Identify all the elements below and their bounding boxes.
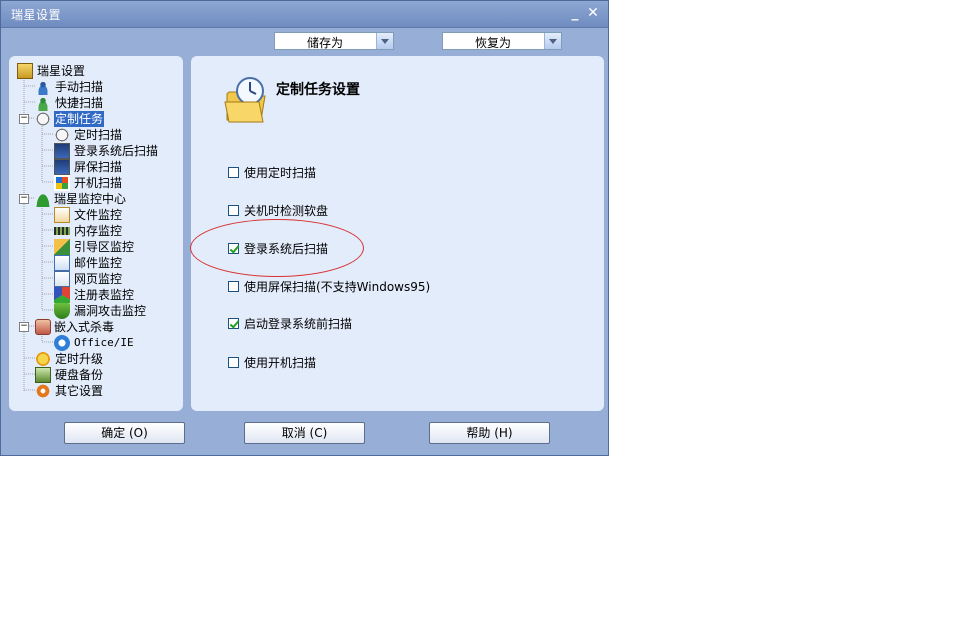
windows-logo-icon (54, 175, 70, 191)
web-page-icon (54, 271, 70, 287)
folder-clock-icon (224, 77, 266, 123)
ok-button[interactable]: 确定 (O) (64, 422, 185, 444)
tree-item-label: 开机扫描 (74, 176, 123, 190)
chevron-down-icon[interactable] (544, 33, 561, 49)
gear-icon (35, 383, 51, 399)
page-title: 定制任务设置 (276, 82, 360, 98)
minimize-button[interactable]: _ (567, 5, 583, 21)
mail-icon (54, 255, 70, 271)
tree-item-label: 快捷扫描 (55, 96, 104, 110)
quick-scan-icon (35, 95, 51, 111)
option-label: 登录系统后扫描 (244, 242, 329, 256)
tree-item-label: 瑞星设置 (37, 64, 86, 78)
upgrade-icon (35, 351, 51, 367)
settings-window: 瑞星设置 _ ✕ 储存为 恢复为 瑞星设置 手动扫描 快捷扫描 − 定制任务 定… (0, 0, 609, 456)
restore-as-dropdown[interactable]: 恢复为 (442, 32, 562, 50)
title-bar[interactable]: 瑞星设置 _ ✕ (1, 1, 608, 28)
window-title: 瑞星设置 (11, 8, 62, 22)
embedded-scan-icon (35, 319, 51, 335)
checkbox[interactable] (228, 281, 239, 292)
tree-item-label: 邮件监控 (74, 256, 123, 270)
shield-icon (54, 303, 70, 319)
tree-item-label: 定制任务 (54, 111, 105, 127)
close-button[interactable]: ✕ (585, 5, 601, 21)
tree-item-label: 定时扫描 (74, 128, 123, 142)
tree-item-label: 注册表监控 (74, 288, 135, 302)
checkbox[interactable] (228, 205, 239, 216)
collapse-toggle[interactable]: − (19, 194, 29, 204)
checkbox[interactable] (228, 357, 239, 368)
settings-root-icon (17, 63, 33, 79)
umbrella-icon (35, 191, 51, 207)
tree-item-label: 屏保扫描 (74, 160, 123, 174)
collapse-toggle[interactable]: − (19, 322, 29, 332)
help-button[interactable]: 帮助 (H) (429, 422, 550, 444)
option-label: 使用屏保扫描(不支持Windows95) (244, 280, 431, 294)
restore-as-label: 恢复为 (474, 36, 511, 50)
cancel-button[interactable]: 取消 (C) (244, 422, 365, 444)
checkbox[interactable] (228, 243, 239, 254)
scheduled-task-icon (35, 111, 51, 127)
memory-chip-icon (54, 227, 70, 235)
chevron-down-icon[interactable] (376, 33, 393, 49)
disk-backup-icon (35, 367, 51, 383)
registry-icon (54, 287, 70, 303)
option-label: 关机时检测软盘 (244, 204, 329, 218)
screensaver-icon (54, 159, 70, 175)
tree-item-label: 手动扫描 (55, 80, 104, 94)
tree-item-label: 嵌入式杀毒 (54, 320, 115, 334)
checkbox[interactable] (228, 318, 239, 329)
login-icon (54, 143, 70, 159)
tree-item-label: 网页监控 (74, 272, 123, 286)
ie-icon (54, 335, 70, 351)
checkbox[interactable] (228, 167, 239, 178)
option-label: 使用定时扫描 (244, 166, 317, 180)
timer-icon (54, 127, 70, 143)
tree-item-label: Office/IE (74, 336, 134, 349)
task-settings-panel: 定制任务设置 使用定时扫描 关机时检测软盘 登录系统后扫描 使用屏保扫描(不支持… (191, 56, 604, 411)
file-icon (54, 207, 70, 223)
tree-item-label: 硬盘备份 (55, 368, 104, 382)
save-as-dropdown[interactable]: 储存为 (274, 32, 394, 50)
tree-item-label: 其它设置 (55, 384, 104, 398)
manual-scan-icon (35, 79, 51, 95)
tree-item-label: 登录系统后扫描 (74, 144, 159, 158)
option-label: 使用开机扫描 (244, 356, 317, 370)
tree-item-label: 文件监控 (74, 208, 123, 222)
option-label: 启动登录系统前扫描 (244, 317, 353, 331)
tree-item-label: 定时升级 (55, 352, 104, 366)
tree-item-label: 瑞星监控中心 (54, 192, 127, 206)
save-as-label: 储存为 (306, 36, 343, 50)
tree-item-label: 漏洞攻击监控 (74, 304, 147, 318)
tree-item-label: 引导区监控 (74, 240, 135, 254)
collapse-toggle[interactable]: − (19, 114, 29, 124)
tree-item-label: 内存监控 (74, 224, 123, 238)
settings-tree-panel: 瑞星设置 手动扫描 快捷扫描 − 定制任务 定时扫描 登录系统后扫描 屏保扫描 (9, 56, 183, 411)
boot-sector-icon (54, 239, 70, 255)
